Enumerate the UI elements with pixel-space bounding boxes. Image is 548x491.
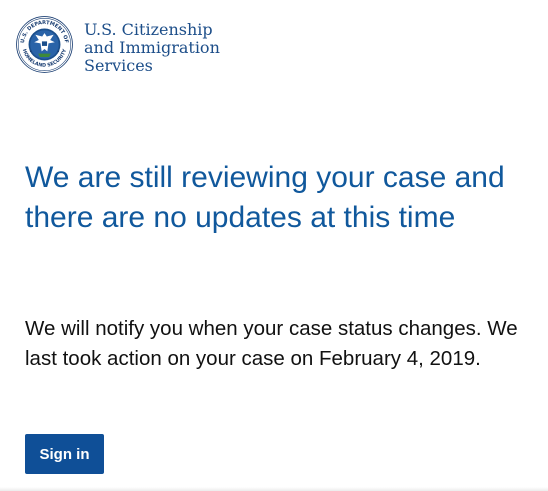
page-bottom-edge: [0, 487, 548, 491]
sign-in-button[interactable]: Sign in: [25, 434, 104, 474]
case-status-page: U.S. DEPARTMENT OF HOMELAND SECURITY U.S…: [0, 0, 548, 491]
agency-name-line1: U.S. Citizenship: [84, 20, 213, 39]
agency-name-line2: and Immigration: [84, 38, 220, 57]
dhs-seal-icon: U.S. DEPARTMENT OF HOMELAND SECURITY: [16, 16, 73, 73]
agency-header: U.S. DEPARTMENT OF HOMELAND SECURITY U.S…: [16, 16, 220, 75]
case-status-headline: We are still reviewing your case and the…: [25, 161, 505, 234]
agency-name-line3: Services: [84, 56, 153, 75]
agency-name: U.S. Citizenship and Immigration Service…: [84, 21, 220, 75]
case-status-message: We will notify you when your case status…: [25, 317, 518, 370]
